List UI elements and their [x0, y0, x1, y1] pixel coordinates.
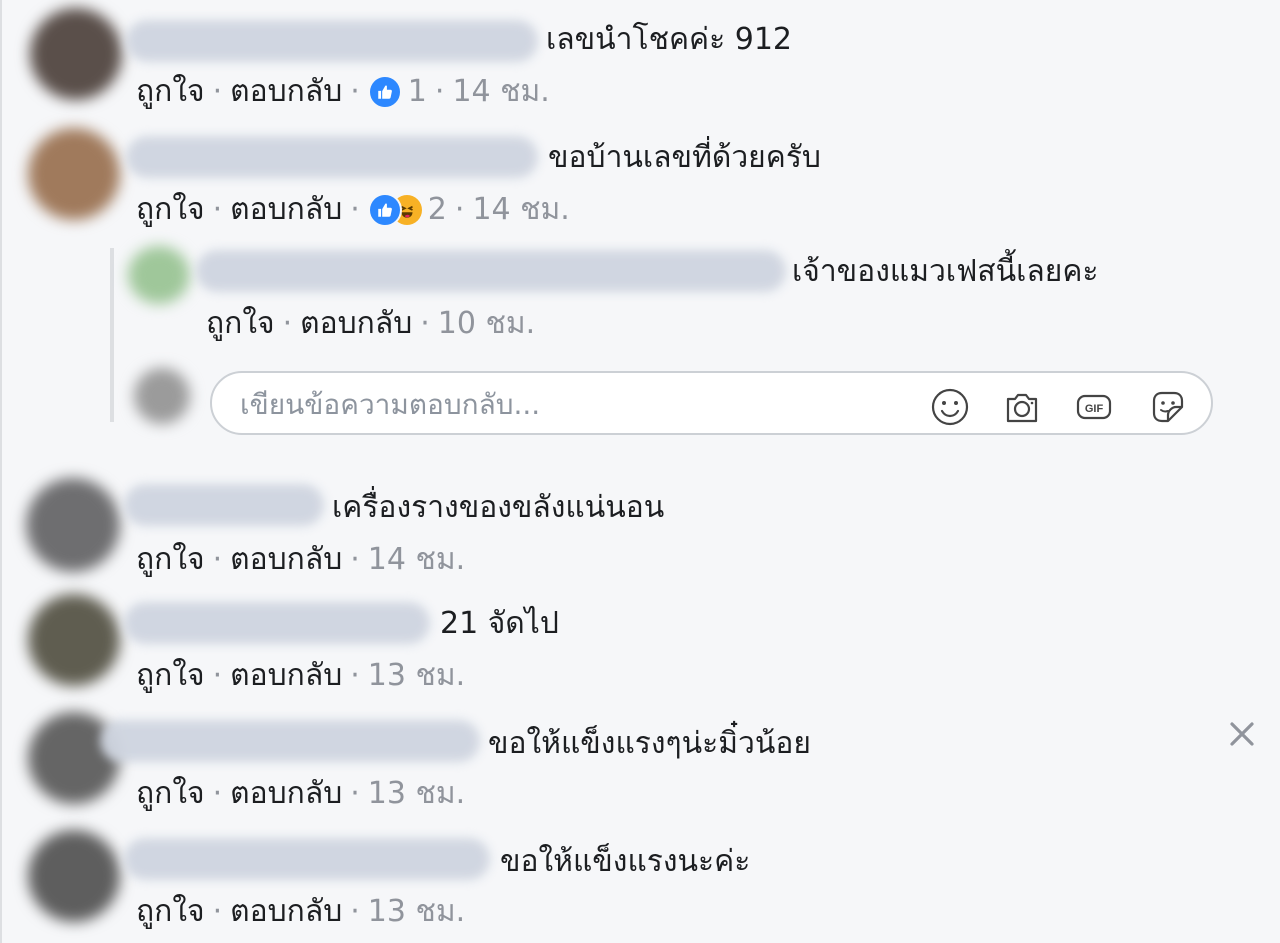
comment-text: ขอให้แข็งแรงๆน่ะมิ๋วน้อย [488, 726, 811, 761]
author-name-blurred[interactable] [124, 838, 490, 880]
author-name-blurred[interactable] [124, 484, 324, 526]
svg-text:GIF: GIF [1085, 403, 1104, 415]
reaction-count: 2 [427, 192, 447, 227]
separator: · [212, 894, 223, 929]
like-link[interactable]: ถูกใจ [136, 190, 205, 230]
comment-text: เครื่องรางของขลังแน่นอน [332, 490, 665, 525]
author-name-blurred[interactable] [126, 20, 538, 62]
comment-actions: ถูกใจ · ตอบกลับ · 13 ชม. [136, 892, 465, 932]
separator: · [454, 192, 465, 227]
reply-link[interactable]: ตอบกลับ [230, 892, 342, 932]
like-link[interactable]: ถูกใจ [136, 774, 205, 814]
like-link[interactable]: ถูกใจ [136, 540, 205, 580]
separator: · [350, 894, 360, 929]
comment-actions: ถูกใจ · ตอบกลับ · 14 ชม. [136, 540, 465, 580]
sticker-icon[interactable] [1148, 387, 1188, 427]
comment-text: ขอบ้านเลขที่ด้วยครับ [548, 140, 821, 175]
timestamp[interactable]: 14 ชม. [368, 540, 465, 580]
separator: · [212, 776, 223, 811]
comment-actions: ถูกใจ · ตอบกลับ · 13 ชม. [136, 774, 465, 814]
avatar[interactable] [28, 594, 120, 686]
reaction-summary[interactable]: 2 [367, 190, 447, 230]
avatar[interactable] [28, 128, 120, 220]
separator: · [420, 306, 430, 341]
panel-border [0, 0, 2, 943]
timestamp[interactable]: 13 ชม. [368, 774, 465, 814]
like-link[interactable]: ถูกใจ [136, 656, 205, 696]
timestamp[interactable]: 10 ชม. [438, 304, 535, 344]
separator: · [212, 74, 223, 109]
smiley-icon[interactable] [930, 387, 970, 427]
avatar[interactable] [26, 478, 120, 572]
reaction-summary[interactable]: 1 [367, 72, 427, 112]
author-name-blurred[interactable] [126, 136, 538, 178]
separator: · [212, 658, 223, 693]
separator: · [212, 542, 223, 577]
close-icon[interactable] [1224, 716, 1260, 752]
like-reaction-icon [367, 193, 402, 227]
comment-text: ขอให้แข็งแรงนะค่ะ [500, 844, 751, 879]
reaction-count: 1 [407, 74, 427, 109]
separator: · [350, 658, 360, 693]
reply-link[interactable]: ตอบกลับ [230, 190, 342, 230]
comment-actions: ถูกใจ · ตอบกลับ · 1 · 14 ชม. [136, 72, 550, 112]
timestamp[interactable]: 14 ชม. [452, 72, 549, 112]
reply-thread-line [110, 248, 114, 422]
current-user-avatar [134, 368, 190, 424]
avatar[interactable] [30, 8, 122, 100]
author-name-blurred[interactable] [196, 250, 786, 292]
avatar[interactable] [128, 246, 190, 304]
author-name-blurred[interactable] [124, 602, 430, 644]
timestamp[interactable]: 14 ชม. [472, 190, 569, 230]
separator: · [350, 74, 360, 109]
reply-input[interactable] [238, 383, 922, 425]
like-link[interactable]: ถูกใจ [136, 72, 205, 112]
reply-link[interactable]: ตอบกลับ [230, 656, 342, 696]
like-link[interactable]: ถูกใจ [136, 892, 205, 932]
comment-text: เลขนำโชคค่ะ 912 [546, 22, 793, 57]
comment-text: เจ้าของแมวเฟสนี้เลยคะ [792, 254, 1099, 289]
separator: · [212, 192, 223, 227]
comment-actions: ถูกใจ · ตอบกลับ · 10 ชม. [206, 304, 535, 344]
separator: · [434, 74, 445, 109]
reply-link[interactable]: ตอบกลับ [230, 540, 342, 580]
comment-actions: ถูกใจ · ตอบกลับ · 2 · 14 ชม. [136, 190, 570, 230]
camera-icon[interactable] [1002, 387, 1042, 427]
comment-actions: ถูกใจ · ตอบกลับ · 13 ชม. [136, 656, 465, 696]
reply-composer: GIF [210, 371, 1213, 435]
reply-link[interactable]: ตอบกลับ [300, 304, 412, 344]
gif-icon[interactable]: GIF [1074, 387, 1114, 427]
like-link[interactable]: ถูกใจ [206, 304, 275, 344]
comment-text: 21 จัดไป [440, 606, 559, 641]
avatar[interactable] [28, 830, 120, 922]
separator: · [282, 306, 293, 341]
separator: · [350, 192, 360, 227]
separator: · [350, 776, 360, 811]
timestamp[interactable]: 13 ชม. [368, 892, 465, 932]
separator: · [350, 542, 360, 577]
timestamp[interactable]: 13 ชม. [368, 656, 465, 696]
reply-link[interactable]: ตอบกลับ [230, 774, 342, 814]
author-name-blurred[interactable] [100, 720, 480, 762]
reply-link[interactable]: ตอบกลับ [230, 72, 342, 112]
like-reaction-icon [367, 75, 402, 109]
